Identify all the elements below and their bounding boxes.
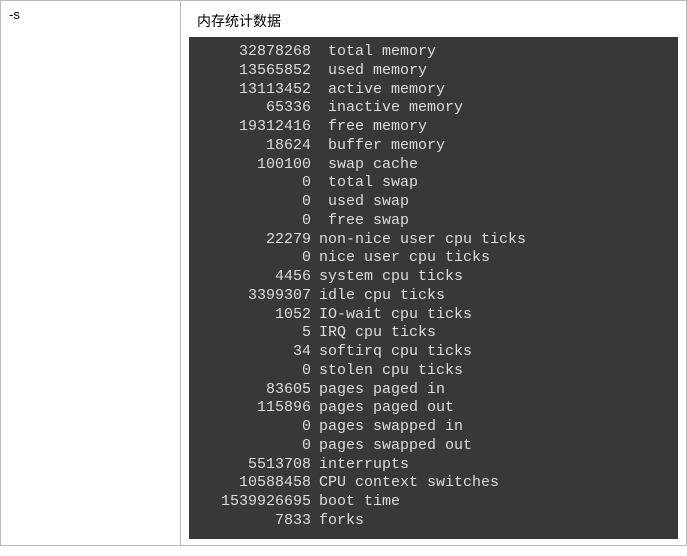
- terminal-label: used swap: [319, 193, 409, 212]
- terminal-value: 18624: [199, 137, 319, 156]
- terminal-label: inactive memory: [319, 99, 463, 118]
- terminal-row: 100100 swap cache: [199, 156, 668, 175]
- terminal-value: 13113452: [199, 81, 319, 100]
- terminal-label: total swap: [319, 174, 418, 193]
- terminal-value: 22279: [199, 231, 319, 250]
- terminal-label: boot time: [319, 493, 400, 512]
- terminal-row: 83605pages paged in: [199, 381, 668, 400]
- terminal-row: 0 total swap: [199, 174, 668, 193]
- terminal-value: 0: [199, 212, 319, 231]
- terminal-row: 0nice user cpu ticks: [199, 249, 668, 268]
- terminal-label: idle cpu ticks: [319, 287, 445, 306]
- description-text: 内存统计数据: [189, 7, 678, 37]
- terminal-row: 22279non-nice user cpu ticks: [199, 231, 668, 250]
- terminal-row: 19312416 free memory: [199, 118, 668, 137]
- terminal-label: active memory: [319, 81, 445, 100]
- terminal-label: stolen cpu ticks: [319, 362, 463, 381]
- terminal-value: 83605: [199, 381, 319, 400]
- terminal-value: 5513708: [199, 456, 319, 475]
- terminal-value: 13565852: [199, 62, 319, 81]
- terminal-label: CPU context switches: [319, 474, 499, 493]
- terminal-value: 0: [199, 193, 319, 212]
- terminal-value: 7833: [199, 512, 319, 531]
- terminal-output: 32878268 total memory13565852 used memor…: [189, 37, 678, 539]
- terminal-label: free memory: [319, 118, 427, 137]
- terminal-value: 0: [199, 174, 319, 193]
- terminal-row: 115896pages paged out: [199, 399, 668, 418]
- flag-cell: -s: [1, 1, 181, 546]
- description-cell: 内存统计数据 32878268 total memory13565852 use…: [181, 1, 687, 546]
- terminal-row: 5513708interrupts: [199, 456, 668, 475]
- terminal-value: 1539926695: [199, 493, 319, 512]
- terminal-row: 0pages swapped in: [199, 418, 668, 437]
- terminal-label: total memory: [319, 43, 436, 62]
- terminal-row: 0 used swap: [199, 193, 668, 212]
- terminal-label: system cpu ticks: [319, 268, 463, 287]
- flag-text: -s: [9, 7, 20, 22]
- options-table: -s 内存统计数据 32878268 total memory13565852 …: [0, 0, 687, 546]
- terminal-row: 34softirq cpu ticks: [199, 343, 668, 362]
- terminal-value: 19312416: [199, 118, 319, 137]
- terminal-value: 32878268: [199, 43, 319, 62]
- terminal-value: 0: [199, 362, 319, 381]
- terminal-label: IRQ cpu ticks: [319, 324, 436, 343]
- terminal-label: buffer memory: [319, 137, 445, 156]
- terminal-label: nice user cpu ticks: [319, 249, 490, 268]
- terminal-value: 115896: [199, 399, 319, 418]
- terminal-value: 3399307: [199, 287, 319, 306]
- terminal-row: 0stolen cpu ticks: [199, 362, 668, 381]
- terminal-value: 5: [199, 324, 319, 343]
- terminal-label: interrupts: [319, 456, 409, 475]
- terminal-row: 13565852 used memory: [199, 62, 668, 81]
- terminal-value: 0: [199, 249, 319, 268]
- terminal-label: used memory: [319, 62, 427, 81]
- terminal-label: softirq cpu ticks: [319, 343, 472, 362]
- terminal-row: 5IRQ cpu ticks: [199, 324, 668, 343]
- terminal-row: 1539926695boot time: [199, 493, 668, 512]
- terminal-row: 3399307idle cpu ticks: [199, 287, 668, 306]
- terminal-row: 32878268 total memory: [199, 43, 668, 62]
- terminal-row: 7833forks: [199, 512, 668, 531]
- terminal-value: 0: [199, 437, 319, 456]
- terminal-value: 1052: [199, 306, 319, 325]
- terminal-label: IO-wait cpu ticks: [319, 306, 472, 325]
- terminal-row: 0 free swap: [199, 212, 668, 231]
- terminal-value: 4456: [199, 268, 319, 287]
- terminal-value: 65336: [199, 99, 319, 118]
- terminal-label: free swap: [319, 212, 409, 231]
- terminal-label: pages paged out: [319, 399, 454, 418]
- terminal-value: 34: [199, 343, 319, 362]
- terminal-label: swap cache: [319, 156, 418, 175]
- terminal-row: 4456system cpu ticks: [199, 268, 668, 287]
- terminal-value: 0: [199, 418, 319, 437]
- terminal-label: pages swapped out: [319, 437, 472, 456]
- terminal-value: 10588458: [199, 474, 319, 493]
- terminal-label: pages paged in: [319, 381, 445, 400]
- terminal-row: 13113452 active memory: [199, 81, 668, 100]
- terminal-label: pages swapped in: [319, 418, 463, 437]
- terminal-row: 10588458CPU context switches: [199, 474, 668, 493]
- terminal-label: forks: [319, 512, 364, 531]
- terminal-row: 65336 inactive memory: [199, 99, 668, 118]
- terminal-row: 0pages swapped out: [199, 437, 668, 456]
- terminal-value: 100100: [199, 156, 319, 175]
- terminal-row: 1052IO-wait cpu ticks: [199, 306, 668, 325]
- terminal-label: non-nice user cpu ticks: [319, 231, 526, 250]
- terminal-row: 18624 buffer memory: [199, 137, 668, 156]
